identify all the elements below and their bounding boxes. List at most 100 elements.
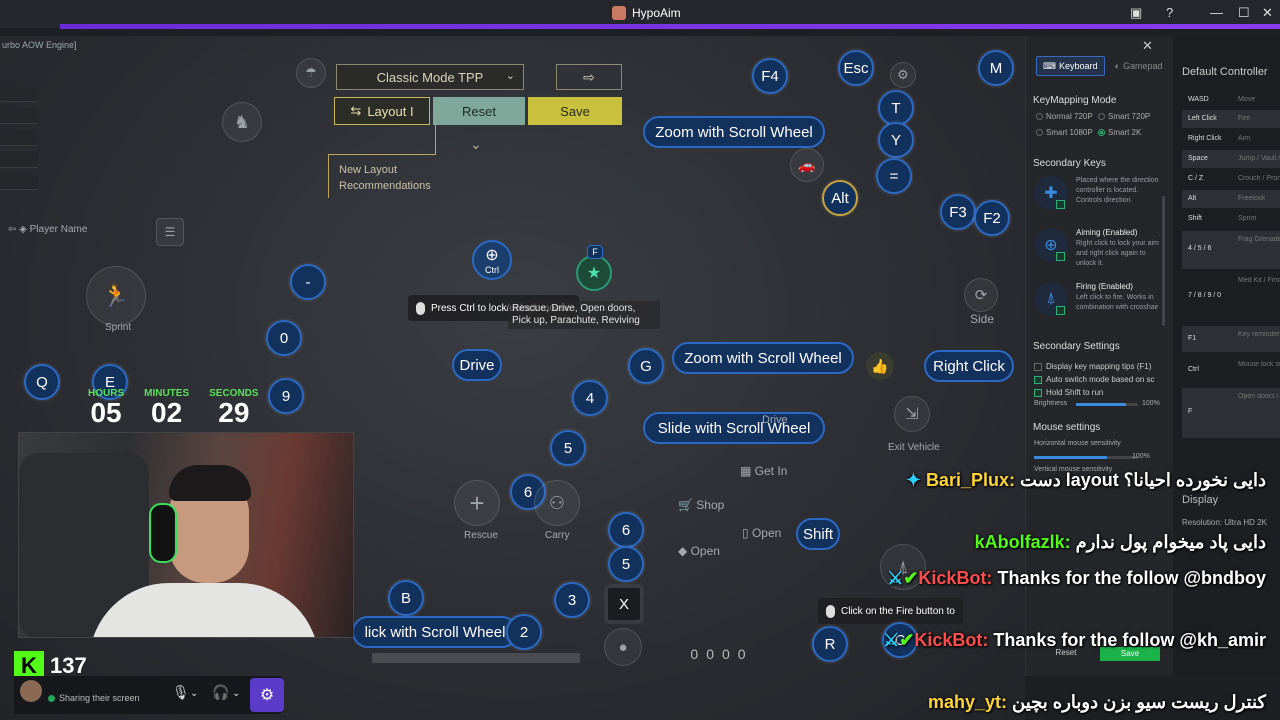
default-controller-title: Default Controller — [1182, 66, 1268, 78]
save-button[interactable]: Save — [528, 97, 622, 125]
exit-layout-button[interactable]: ⇨ — [556, 64, 622, 90]
shop-label: 🛒 Shop — [678, 498, 725, 512]
player-name-label: ⇦ ◈ Player Name — [8, 224, 88, 235]
ctrl-crosshair-key[interactable]: ⊕ Ctrl — [472, 240, 512, 280]
accent-strip — [60, 24, 1280, 29]
key-9[interactable]: 9 — [268, 378, 304, 414]
key-r[interactable]: R — [812, 626, 848, 662]
controller-row: 4 / 5 / 6Frag Grenade / Smoke / Molotov/… — [1182, 231, 1280, 269]
radio-normal-720p[interactable]: Normal 720P — [1036, 112, 1093, 121]
controller-row: CtrlMouse lock switch — [1188, 361, 1280, 373]
layout-recommendations[interactable]: New Layout Recommendations — [328, 125, 436, 198]
tab-gamepad[interactable]: ◐ Gamepad — [1109, 56, 1169, 76]
key-4[interactable]: 4 — [572, 380, 608, 416]
mouse-settings-title: Mouse settings — [1033, 422, 1101, 433]
key-b[interactable]: B — [388, 580, 424, 616]
radio-smart-2k[interactable]: Smart 2K — [1098, 128, 1141, 137]
f-interact-key[interactable]: F ★ — [576, 245, 612, 291]
app-logo-icon — [612, 6, 626, 20]
zoom-scroll-pill-2[interactable]: Zoom with Scroll Wheel — [672, 342, 854, 374]
sword-badge-icon: ⚔ — [887, 568, 904, 588]
key-q[interactable]: Q — [24, 364, 60, 400]
keyboard-icon: ⌨ — [1043, 60, 1056, 71]
radio-smart-720p[interactable]: Smart 720P — [1098, 112, 1150, 121]
headphones-icon[interactable]: 🎧 — [212, 684, 229, 701]
star-icon: ★ — [586, 265, 602, 282]
thumbs-up-icon: 👍 — [866, 352, 894, 380]
h-sens-slider[interactable] — [1034, 456, 1138, 459]
controller-row: FOpen doors / Pick up / Parachute / Revi… — [1182, 388, 1280, 438]
key-3[interactable]: 3 — [554, 582, 590, 618]
interact-tooltip: Rescue, Drive, Open doors, Pick up, Para… — [508, 301, 660, 329]
radio-smart-1080p[interactable]: Smart 1080P — [1036, 128, 1093, 137]
exit-vehicle-icon: ⇲ — [894, 396, 930, 432]
close-icon[interactable]: ✕ — [1262, 5, 1273, 21]
layout-button[interactable]: ⇆ Layout I — [334, 97, 430, 125]
tab-keyboard[interactable]: ⌨ Keyboard — [1036, 56, 1105, 76]
rescue-label: Rescue — [464, 530, 498, 541]
key-drive[interactable]: Drive — [452, 349, 502, 381]
secondary-key-firing[interactable]: ⍋ Firing (Enabled) Left click to fire. W… — [1034, 282, 1174, 332]
brightness-value: 100% — [1142, 400, 1160, 407]
click-scroll-pill[interactable]: lick with Scroll Wheel — [352, 616, 518, 648]
maximize-icon[interactable]: ☐ — [1238, 5, 1250, 21]
key-shift[interactable]: Shift — [796, 518, 840, 550]
controller-row: C / ZCrouch / Prone — [1188, 175, 1280, 182]
key-6-lower[interactable]: 6 — [608, 512, 644, 548]
reset-button[interactable]: Reset — [433, 97, 525, 125]
key-alt[interactable]: Alt — [822, 180, 858, 216]
key-x[interactable]: X — [606, 586, 642, 622]
setting-hold-shift[interactable]: Hold Shift to run — [1034, 388, 1103, 397]
screen-icon[interactable]: ▣ — [1130, 5, 1142, 21]
webcam-feed — [18, 432, 354, 638]
key-g[interactable]: G — [628, 348, 664, 384]
key-f2[interactable]: F2 — [974, 200, 1010, 236]
key-5-upper[interactable]: 5 — [550, 430, 586, 466]
brightness-label: Brightness — [1034, 400, 1068, 407]
gamepad-icon: ◐ — [1114, 61, 1120, 71]
setting-display-tips[interactable]: Display key mapping tips (F1) — [1034, 362, 1151, 371]
key-esc[interactable]: Esc — [838, 50, 874, 86]
key-minus[interactable]: - — [290, 264, 326, 300]
carry-label: Carry — [545, 530, 570, 541]
verified-badge-icon: ✔ — [899, 630, 915, 650]
key-f3[interactable]: F3 — [940, 194, 976, 230]
setting-auto-switch[interactable]: Auto switch mode based on sc — [1034, 375, 1155, 384]
panel-close-icon[interactable]: ✕ — [1142, 38, 1153, 54]
settings-gear-icon[interactable]: ⚙ — [250, 678, 284, 712]
key-5-lower[interactable]: 5 — [608, 546, 644, 582]
key-equals[interactable]: = — [876, 158, 912, 194]
zoom-scroll-pill-1[interactable]: Zoom with Scroll Wheel — [643, 116, 825, 148]
open-label-2: ◆ Open — [678, 544, 720, 558]
controller-row: Shift Sprint — [1188, 215, 1257, 222]
brightness-slider[interactable] — [1076, 403, 1138, 406]
key-2[interactable]: 2 — [506, 614, 542, 650]
chevron-down-icon[interactable]: ⌄ — [190, 688, 198, 699]
side-label: Side — [970, 312, 995, 326]
sprint-label: Sprint — [105, 322, 132, 333]
key-m[interactable]: M — [978, 50, 1014, 86]
slide-scroll-pill[interactable]: Slide with Scroll Wheel — [643, 412, 825, 444]
h-sens-value: 100% — [1132, 453, 1150, 460]
secondary-key-aiming[interactable]: ⊕ Aiming (Enabled) Right click to lock y… — [1034, 228, 1174, 278]
key-f4[interactable]: F4 — [752, 58, 788, 94]
health-bar — [372, 653, 580, 663]
minimize-icon[interactable]: — — [1210, 5, 1223, 20]
chevron-down-icon-2[interactable]: ⌄ — [232, 688, 240, 699]
microphone-icon[interactable]: 🎙 — [172, 684, 190, 701]
mode-select[interactable]: Classic Mode TPP ⌄ — [336, 64, 524, 90]
keymap-mode-title: KeyMapping Mode — [1033, 95, 1117, 106]
drive-dim-label: Drive — [762, 414, 788, 426]
key-0[interactable]: 0 — [266, 320, 302, 356]
h-sens-fill — [1034, 456, 1107, 459]
sword-badge-icon: ⚔ — [883, 630, 900, 650]
stream-timer: HOURS 05 MINUTES 02 SECONDS 29 — [88, 388, 259, 428]
key-t[interactable]: T — [878, 90, 914, 126]
help-icon[interactable]: ? — [1166, 5, 1173, 20]
avatar — [20, 680, 42, 702]
secondary-key-direction[interactable]: ✚ Placed where the direction controller … — [1034, 176, 1174, 226]
expand-chevron-icon[interactable]: ⌄ — [470, 136, 482, 153]
key-right-click[interactable]: Right Click — [924, 350, 1014, 382]
key-y[interactable]: Y — [878, 122, 914, 158]
fire-tooltip: Click on the Fire button to — [818, 598, 963, 624]
